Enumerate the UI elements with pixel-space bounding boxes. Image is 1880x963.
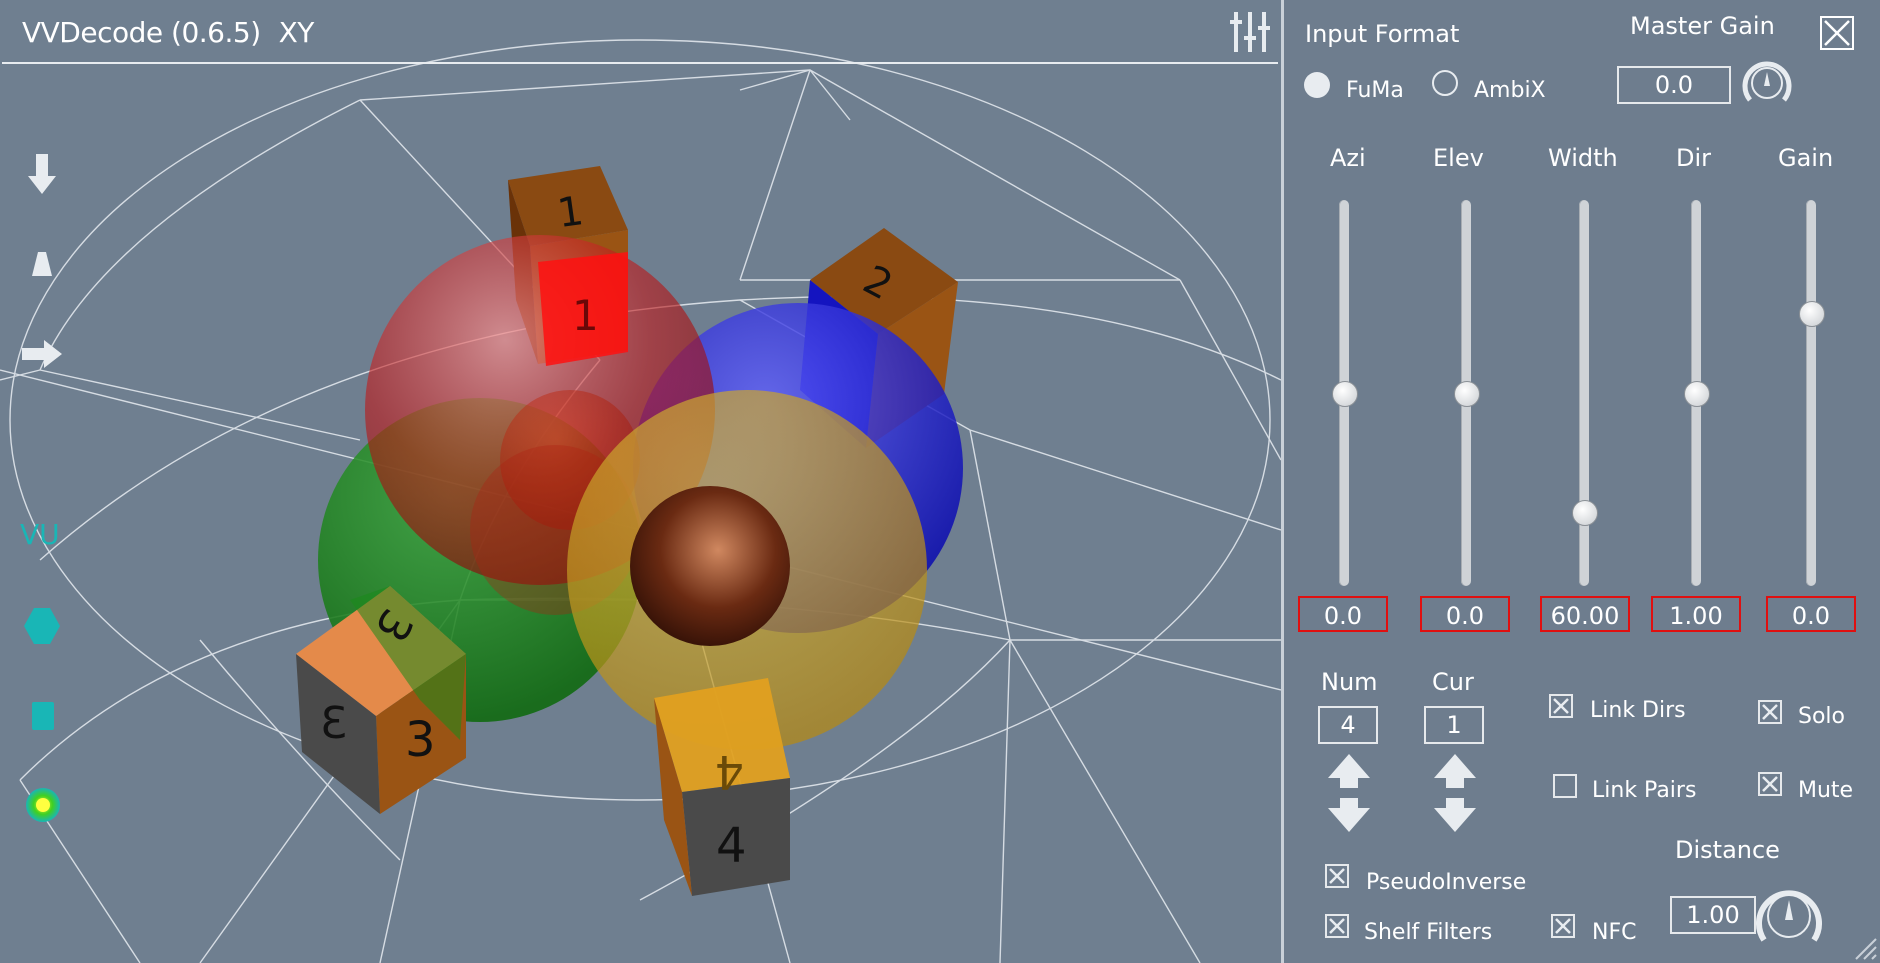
pseudo-inverse-label[interactable]: PseudoInverse <box>1366 870 1526 895</box>
input-format-label: Input Format <box>1305 20 1460 48</box>
cur-label: Cur <box>1432 668 1474 696</box>
slider-elev-label: Elev <box>1433 144 1484 172</box>
slider-elev-thumb[interactable] <box>1454 381 1480 407</box>
slider-azi-thumb[interactable] <box>1332 381 1358 407</box>
cur-stepper-icon[interactable] <box>1432 752 1478 834</box>
num-label: Num <box>1321 668 1378 696</box>
master-gain-knob[interactable] <box>1742 54 1792 108</box>
slider-dir-label: Dir <box>1676 144 1712 172</box>
check-x-icon <box>1553 698 1569 714</box>
link-dirs-checkbox[interactable] <box>1549 694 1573 718</box>
master-gain-label: Master Gain <box>1630 12 1775 40</box>
cone-icon[interactable] <box>30 250 54 280</box>
link-dirs-label[interactable]: Link Dirs <box>1590 698 1686 723</box>
cube-3-side-label: 3 <box>320 698 348 749</box>
slider-dir-thumb[interactable] <box>1684 381 1710 407</box>
slider-dir[interactable] <box>1684 200 1710 586</box>
app-title: VVDecode (0.6.5) <box>22 16 261 49</box>
window-title: VVDecode (0.6.5) XY <box>22 16 314 49</box>
viewport-titlebar: VVDecode (0.6.5) XY <box>2 2 1278 64</box>
radio-fuma-label[interactable]: FuMa <box>1346 78 1404 103</box>
slider-gain-label: Gain <box>1778 144 1834 172</box>
distance-label: Distance <box>1675 836 1780 864</box>
slider-width-value[interactable]: 60.00 <box>1540 596 1630 632</box>
mute-label[interactable]: Mute <box>1798 778 1853 803</box>
solo-checkbox[interactable] <box>1758 700 1782 724</box>
mute-checkbox[interactable] <box>1758 772 1782 796</box>
radio-ambix[interactable] <box>1432 70 1458 96</box>
nfc-checkbox[interactable] <box>1551 914 1575 938</box>
arrow-down-icon[interactable] <box>26 152 58 196</box>
3d-viewport[interactable]: 1 2 1 3 3 3 4 4 VVDecode (0.6.5) XY VU <box>0 0 1281 963</box>
close-button[interactable] <box>1820 16 1854 50</box>
speaker-cube-4[interactable]: 4 4 <box>654 678 790 896</box>
square-icon[interactable] <box>30 700 56 732</box>
check-x-icon <box>1762 776 1778 792</box>
cur-field[interactable]: 1 <box>1424 706 1484 744</box>
solo-label[interactable]: Solo <box>1798 704 1845 729</box>
num-stepper-icon[interactable] <box>1326 752 1372 834</box>
speaker-scene[interactable]: 1 2 1 3 3 3 4 4 <box>0 0 1281 963</box>
mixer-settings-icon[interactable] <box>1228 10 1274 54</box>
vu-meter-toggle[interactable]: VU <box>20 518 60 551</box>
check-x-icon <box>1329 868 1345 884</box>
close-icon <box>1824 20 1850 46</box>
vu-label: VU <box>20 518 60 551</box>
svg-text:1: 1 <box>572 291 599 340</box>
cube-3-front-label: 3 <box>405 712 436 768</box>
distance-field[interactable]: 1.00 <box>1670 896 1756 934</box>
slider-azi[interactable] <box>1332 200 1358 586</box>
distance-knob[interactable] <box>1752 878 1826 950</box>
link-pairs-checkbox[interactable] <box>1553 774 1577 798</box>
radio-fuma[interactable] <box>1304 72 1330 98</box>
resize-grip-icon[interactable] <box>1852 935 1878 961</box>
radio-ambix-label[interactable]: AmbiX <box>1474 78 1546 103</box>
sun-icon[interactable] <box>24 786 62 824</box>
num-field[interactable]: 4 <box>1318 706 1378 744</box>
view-mode-label[interactable]: XY <box>279 16 315 49</box>
slider-gain-value[interactable]: 0.0 <box>1766 596 1856 632</box>
slider-azi-label: Azi <box>1330 144 1366 172</box>
shelf-filters-checkbox[interactable] <box>1325 914 1349 938</box>
nfc-label[interactable]: NFC <box>1592 920 1636 945</box>
svg-text:4: 4 <box>715 745 744 799</box>
master-gain-field[interactable]: 0.0 <box>1617 66 1731 104</box>
listener-sphere <box>630 486 790 646</box>
shelf-filters-label[interactable]: Shelf Filters <box>1364 920 1492 945</box>
cube-4-front-label: 4 <box>716 818 747 874</box>
slider-width-label: Width <box>1548 144 1618 172</box>
slider-azi-value[interactable]: 0.0 <box>1298 596 1388 632</box>
hexagon-icon[interactable] <box>22 606 62 646</box>
slider-gain[interactable] <box>1799 200 1825 586</box>
slider-dir-value[interactable]: 1.00 <box>1651 596 1741 632</box>
slider-elev[interactable] <box>1454 200 1480 586</box>
check-x-icon <box>1555 918 1571 934</box>
check-x-icon <box>1762 704 1778 720</box>
arrow-right-icon[interactable] <box>20 338 64 370</box>
check-x-icon <box>1329 918 1345 934</box>
slider-elev-value[interactable]: 0.0 <box>1420 596 1510 632</box>
slider-width[interactable] <box>1572 200 1598 586</box>
pseudo-inverse-checkbox[interactable] <box>1325 864 1349 888</box>
link-pairs-label[interactable]: Link Pairs <box>1592 778 1696 803</box>
